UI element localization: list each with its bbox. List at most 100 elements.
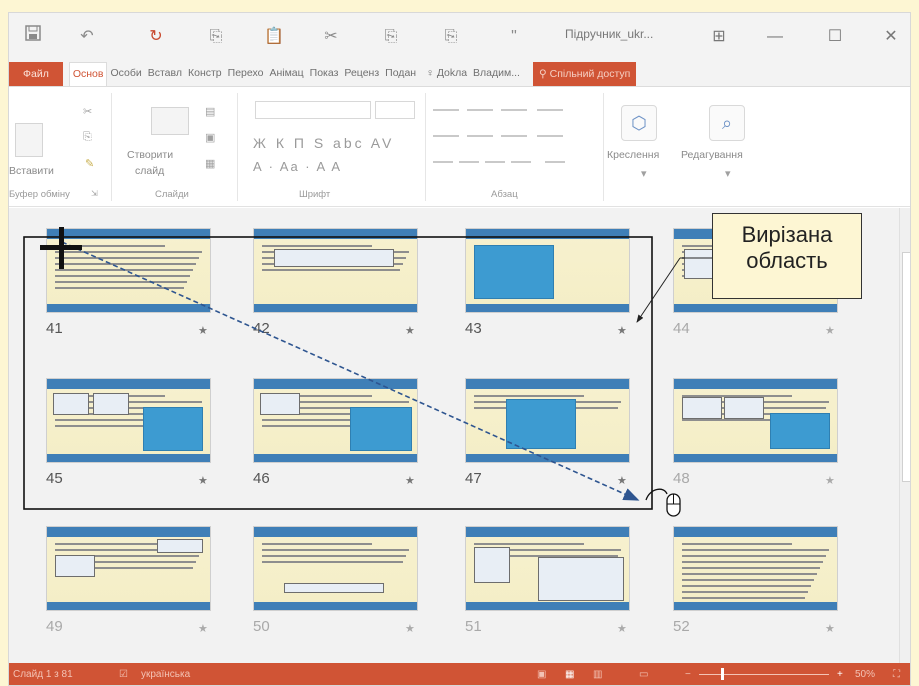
slide-thumbnail[interactable] bbox=[673, 228, 838, 313]
cut-icon[interactable]: ✂ bbox=[319, 25, 343, 49]
font-size-combo[interactable] bbox=[375, 101, 415, 119]
transition-star-icon[interactable]: ★ bbox=[617, 622, 627, 635]
align-left-icon[interactable] bbox=[433, 161, 453, 163]
maximize-icon[interactable]: ☐ bbox=[815, 23, 855, 51]
font-format-buttons[interactable]: Ж К П S abc AV bbox=[253, 135, 394, 151]
transition-star-icon[interactable]: ★ bbox=[405, 474, 415, 487]
drawing-button-label[interactable]: Креслення bbox=[607, 149, 659, 161]
new-slide-label[interactable]: Створити bbox=[127, 149, 173, 161]
tab-review[interactable]: Реценз bbox=[341, 62, 382, 86]
chevron-down-icon[interactable]: ▾ bbox=[641, 167, 647, 180]
tab-home[interactable]: Основ bbox=[68, 62, 108, 86]
slide-thumbnail[interactable] bbox=[465, 526, 630, 611]
scroll-thumb[interactable] bbox=[902, 252, 910, 482]
quote-icon[interactable]: " bbox=[502, 25, 526, 49]
smartart-icon[interactable] bbox=[545, 161, 565, 163]
zoom-out-icon[interactable]: − bbox=[685, 669, 691, 680]
new-slide-icon[interactable] bbox=[151, 107, 189, 135]
section-icon[interactable]: ▦ bbox=[205, 157, 215, 170]
slide-thumbnail[interactable] bbox=[253, 378, 418, 463]
paste-special-icon[interactable]: ⎘ bbox=[439, 25, 463, 49]
vertical-scrollbar[interactable] bbox=[899, 208, 910, 663]
transition-star-icon[interactable]: ★ bbox=[405, 622, 415, 635]
zoom-level[interactable]: 50% bbox=[855, 669, 875, 680]
align-center-icon[interactable] bbox=[459, 161, 479, 163]
slide-thumbnail[interactable] bbox=[253, 228, 418, 313]
ribbon-display-icon[interactable]: ⊞ bbox=[699, 23, 739, 51]
format-painter-icon[interactable]: ✎ bbox=[85, 157, 94, 170]
save-icon[interactable] bbox=[21, 25, 45, 49]
cut-icon[interactable]: ✂ bbox=[83, 105, 92, 118]
slide-thumbnail[interactable] bbox=[673, 378, 838, 463]
copy-icon[interactable]: ⎘ bbox=[83, 131, 92, 144]
slide-thumbnail[interactable] bbox=[46, 378, 211, 463]
align-text-icon[interactable] bbox=[537, 135, 563, 137]
share-button[interactable]: ⚲ Спільний доступ bbox=[532, 62, 637, 86]
reading-view-icon[interactable]: ▥ bbox=[593, 669, 602, 680]
shapes-icon[interactable]: ⬡ bbox=[621, 105, 657, 141]
font-name-combo[interactable] bbox=[255, 101, 371, 119]
slide-thumbnail[interactable] bbox=[46, 526, 211, 611]
copy-icon[interactable]: ⎘ bbox=[204, 25, 228, 49]
transition-star-icon[interactable]: ★ bbox=[405, 324, 415, 337]
transition-star-icon[interactable]: ★ bbox=[617, 324, 627, 337]
tab-personal[interactable]: Особи bbox=[107, 62, 144, 86]
undo-icon[interactable]: ↶ bbox=[75, 25, 99, 49]
zoom-in-icon[interactable]: + bbox=[837, 669, 843, 680]
spellcheck-icon[interactable]: ☑ bbox=[119, 669, 128, 680]
transition-star-icon[interactable]: ★ bbox=[617, 474, 627, 487]
transition-star-icon[interactable]: ★ bbox=[198, 474, 208, 487]
line-spacing-icon[interactable] bbox=[501, 109, 527, 111]
bullets-icon[interactable] bbox=[433, 109, 459, 111]
slide-thumbnail[interactable] bbox=[673, 526, 838, 611]
layout-icon[interactable]: ▤ bbox=[205, 105, 215, 118]
redo-icon[interactable]: ↻ bbox=[144, 25, 168, 49]
slide-thumbnail[interactable] bbox=[465, 378, 630, 463]
tab-insert[interactable]: Вставл bbox=[145, 62, 185, 86]
tab-design[interactable]: Констр bbox=[185, 62, 225, 86]
font-size-buttons[interactable]: A · Aa · A A bbox=[253, 159, 342, 174]
text-direction-icon[interactable] bbox=[537, 109, 563, 111]
transition-star-icon[interactable]: ★ bbox=[825, 474, 835, 487]
tab-slideshow[interactable]: Показ bbox=[307, 62, 342, 86]
decrease-indent-icon[interactable] bbox=[433, 135, 459, 137]
transition-star-icon[interactable]: ★ bbox=[198, 324, 208, 337]
tell-me-box[interactable]: ♀ Дokла bbox=[423, 62, 470, 86]
transition-star-icon[interactable]: ★ bbox=[825, 622, 835, 635]
language-status[interactable]: українська bbox=[141, 669, 190, 680]
align-right-icon[interactable] bbox=[485, 161, 505, 163]
slide-thumbnail[interactable] bbox=[253, 526, 418, 611]
ribbon-tabs: Файл Основ Особи Вставл Констр Перехо Ан… bbox=[9, 61, 910, 87]
tab-view[interactable]: Подан bbox=[382, 62, 419, 86]
search-icon[interactable]: ⌕ bbox=[709, 105, 745, 141]
fit-to-window-icon[interactable]: ⛶ bbox=[893, 669, 900, 680]
slideshow-view-icon[interactable]: ▭ bbox=[639, 669, 648, 680]
numbering-icon[interactable] bbox=[467, 109, 493, 111]
normal-view-icon[interactable]: ▣ bbox=[537, 669, 546, 680]
slide-sorter-view-icon[interactable]: ▦ bbox=[565, 669, 574, 680]
transition-star-icon[interactable]: ★ bbox=[825, 324, 835, 337]
reset-icon[interactable]: ▣ bbox=[205, 131, 215, 144]
zoom-slider-thumb[interactable] bbox=[721, 668, 724, 680]
justify-icon[interactable] bbox=[511, 161, 531, 163]
paste-icon[interactable]: 📋 bbox=[262, 25, 286, 49]
user-account[interactable]: Владим... bbox=[470, 62, 523, 86]
slide-thumbnail[interactable] bbox=[465, 228, 630, 313]
paste-button-label[interactable]: Вставити bbox=[9, 165, 54, 177]
tab-transitions[interactable]: Перехо bbox=[225, 62, 267, 86]
paste-icon[interactable] bbox=[15, 123, 43, 157]
dialog-launcher-icon[interactable]: ⇲ bbox=[91, 189, 98, 198]
tab-file[interactable]: Файл bbox=[9, 62, 63, 86]
zoom-slider[interactable] bbox=[699, 674, 829, 675]
minimize-icon[interactable]: — bbox=[755, 23, 795, 51]
editing-button-label[interactable]: Редагування bbox=[681, 149, 743, 161]
new-slide-label-2[interactable]: слайд bbox=[135, 165, 164, 177]
close-icon[interactable]: ✕ bbox=[871, 23, 910, 51]
increase-indent-icon[interactable] bbox=[467, 135, 493, 137]
slide-thumbnail[interactable] bbox=[46, 228, 211, 313]
columns-icon[interactable] bbox=[501, 135, 527, 137]
tab-animations[interactable]: Анімац bbox=[266, 62, 306, 86]
transition-star-icon[interactable]: ★ bbox=[198, 622, 208, 635]
chevron-down-icon[interactable]: ▾ bbox=[725, 167, 731, 180]
format-painter-icon[interactable]: ⎘ bbox=[379, 25, 403, 49]
